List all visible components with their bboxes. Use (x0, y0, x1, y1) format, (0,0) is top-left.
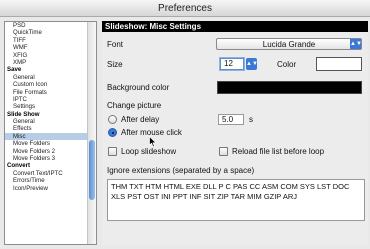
change-picture-label: Change picture (107, 101, 162, 110)
sidebar-item[interactable]: PSD (5, 22, 88, 29)
sidebar-scrollbar[interactable] (87, 22, 96, 244)
sidebar-item[interactable]: IPTC (5, 96, 88, 103)
ignore-extensions-label: Ignore extensions (separated by a space) (107, 166, 255, 175)
sidebar-item[interactable]: General (5, 74, 88, 81)
background-color-label: Background color (107, 83, 170, 92)
sidebar-section-header: Save (7, 66, 22, 74)
loop-slideshow-checkbox[interactable] (108, 147, 117, 156)
font-popup[interactable]: Lucida Grande ▲▼ (216, 38, 362, 50)
popup-arrows-icon: ▲▼ (350, 39, 362, 49)
sidebar-section-header: Convert (7, 162, 31, 170)
mouse-pointer-icon (149, 136, 157, 148)
sidebar-item[interactable]: File Formats (5, 89, 88, 96)
sidebar-item[interactable]: Icon/Preview (5, 185, 88, 192)
sidebar-item[interactable]: QuickTime (5, 29, 88, 36)
window-title: Preferences (0, 0, 370, 17)
reload-file-list-label[interactable]: Reload file list before loop (232, 147, 324, 156)
reload-file-list-checkbox[interactable] (219, 147, 228, 156)
stepper-arrows-icon: ▲▼ (246, 61, 258, 67)
after-mouse-click-radio[interactable] (108, 128, 117, 137)
sidebar-item[interactable]: Errors/Time (5, 177, 88, 184)
size-label: Size (107, 60, 123, 69)
after-delay-radio[interactable] (108, 115, 117, 124)
loop-slideshow-label[interactable]: Loop slideshow (121, 147, 176, 156)
sidebar-item[interactable]: General (5, 118, 88, 125)
panel-title: Slideshow: Misc Settings (102, 21, 368, 32)
sidebar-item[interactable]: TIFF (5, 37, 88, 44)
sidebar-item[interactable]: Move Folders 3 (5, 155, 88, 162)
sidebar-item[interactable]: Settings (5, 103, 88, 110)
sidebar-item[interactable]: Move Folders (5, 140, 88, 147)
background-color-well[interactable] (217, 81, 362, 94)
size-field[interactable]: 12 (220, 58, 244, 70)
color-label: Color (277, 60, 297, 69)
delay-field[interactable]: 5.0 (218, 114, 244, 125)
font-label: Font (107, 40, 124, 49)
sidebar-item[interactable]: WMF (5, 44, 88, 51)
sidebar-item[interactable]: Move Folders 2 (5, 148, 88, 155)
sidebar-item[interactable]: Misc (5, 132, 88, 141)
after-delay-label[interactable]: After delay (121, 115, 159, 124)
preferences-sidebar: PSD QuickTime TIFF WMF XFIG XMP Save General Cus… (4, 21, 97, 245)
font-value: Lucida Grande (262, 40, 316, 49)
sidebar-item[interactable]: XFIG (5, 52, 88, 59)
scrollbar-thumb[interactable] (89, 140, 95, 200)
sidebar-item[interactable]: XMP (5, 59, 88, 66)
size-stepper[interactable]: ▲▼ (246, 58, 258, 70)
sidebar-list: PSD QuickTime TIFF WMF XFIG XMP Save General Cus… (5, 22, 88, 192)
ignore-extensions-field[interactable]: THM TXT HTM HTML EXE DLL P C PAS CC ASM … (107, 179, 365, 221)
sidebar-item[interactable]: Effects (5, 125, 88, 132)
sidebar-section-header: Slide Show (7, 110, 40, 118)
text-color-well[interactable] (316, 57, 362, 71)
delay-unit: s (249, 115, 253, 124)
sidebar-item[interactable]: Convert Text/IPTC (5, 170, 88, 177)
sidebar-item[interactable]: Custom Icon (5, 81, 88, 88)
